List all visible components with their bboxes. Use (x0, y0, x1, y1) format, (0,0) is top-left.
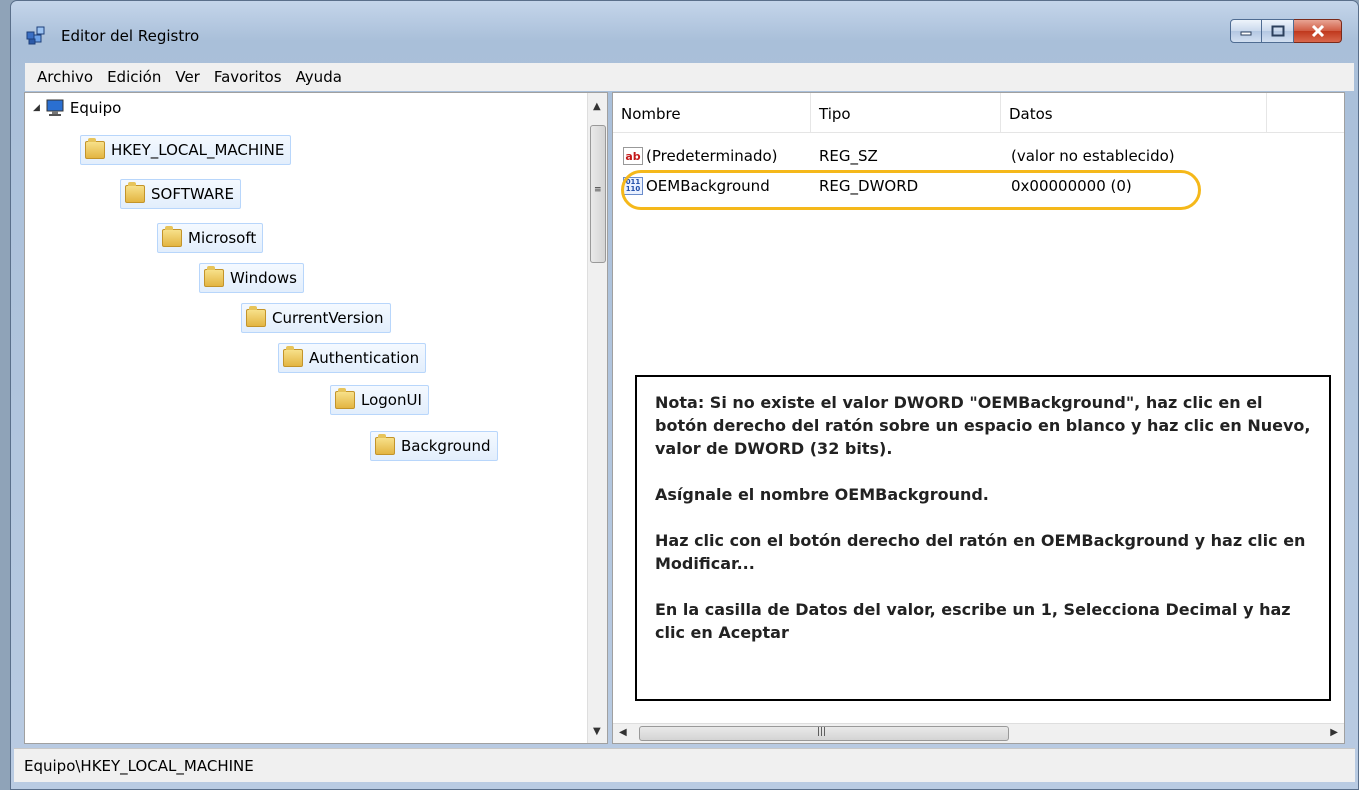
tree-node-logonui[interactable]: LogonUI (330, 385, 429, 415)
value-row-predeterminado[interactable]: ab (Predeterminado) REG_SZ (valor no est… (613, 143, 1313, 169)
menu-bar: Archivo Edición Ver Favoritos Ayuda (25, 63, 1354, 91)
note-paragraph-4: En la casilla de Datos del valor, escrib… (655, 600, 1291, 642)
note-paragraph-1: Nota: Si no existe el valor DWORD "OEMBa… (655, 393, 1311, 458)
close-button[interactable] (1294, 19, 1342, 43)
menu-ayuda[interactable]: Ayuda (296, 68, 342, 86)
column-header-tipo[interactable]: Tipo (811, 93, 1001, 132)
tree-root-equipo[interactable]: ◢ Equipo (33, 99, 121, 117)
folder-icon (246, 306, 266, 327)
computer-icon (46, 99, 64, 116)
tree-node-label: CurrentVersion (272, 309, 384, 327)
tree-node-background[interactable]: Background (370, 431, 498, 461)
status-bar: Equipo\HKEY_LOCAL_MACHINE (14, 748, 1355, 782)
scroll-left-icon[interactable]: ◀ (619, 727, 627, 738)
highlight-ellipse (621, 170, 1201, 210)
menu-ver[interactable]: Ver (175, 68, 200, 86)
tree-node-label: LogonUI (361, 391, 422, 409)
tree-node-hkey-local-machine[interactable]: HKEY_LOCAL_MACHINE (80, 135, 292, 165)
folder-icon (335, 388, 355, 409)
registry-editor-icon (26, 26, 45, 45)
tree-node-label: Background (401, 437, 491, 455)
tree-root-label: Equipo (69, 99, 122, 117)
tree-vertical-scrollbar[interactable]: ▲ ≡ ▼ (587, 93, 607, 743)
instruction-note: Nota: Si no existe el valor DWORD "OEMBa… (635, 375, 1331, 701)
folder-icon (204, 266, 224, 287)
string-value-icon: ab (623, 147, 643, 165)
collapse-triangle-icon[interactable]: ◢ (33, 103, 40, 113)
column-header-nombre[interactable]: Nombre (613, 93, 811, 132)
tree-node-software[interactable]: SOFTWARE (120, 179, 242, 209)
column-header-datos[interactable]: Datos (1001, 93, 1267, 132)
minimize-button[interactable] (1230, 19, 1262, 43)
tree-node-label: HKEY_LOCAL_MACHINE (111, 141, 285, 159)
values-pane[interactable]: Nombre Tipo Datos ab (Predeterminado) RE… (612, 92, 1345, 744)
scroll-up-icon[interactable]: ▲ (593, 101, 601, 112)
tree-node-label: SOFTWARE (151, 185, 235, 203)
folder-icon (85, 138, 105, 159)
minimize-icon (1240, 31, 1252, 36)
note-paragraph-3: Haz clic con el botón derecho del ratón … (655, 531, 1306, 573)
menu-archivo[interactable]: Archivo (37, 68, 93, 86)
tree-pane[interactable]: ◢ Equipo HKEY_LOCAL_MACHINE SOFTWARE Mic… (24, 92, 608, 744)
list-header: Nombre Tipo Datos (613, 93, 1344, 133)
folder-icon (162, 226, 182, 247)
value-data: (valor no establecido) (1011, 147, 1175, 165)
scroll-right-icon[interactable]: ▶ (1330, 727, 1338, 738)
grip-icon: ||| (817, 727, 827, 737)
maximize-icon (1271, 25, 1284, 37)
folder-icon (125, 182, 145, 203)
tree-node-label: Windows (230, 269, 297, 287)
tree-node-label: Microsoft (188, 229, 257, 247)
scroll-down-icon[interactable]: ▼ (593, 726, 601, 737)
title-bar[interactable]: Editor del Registro (11, 1, 1358, 59)
tree-node-windows[interactable]: Windows (199, 263, 304, 293)
tree-node-microsoft[interactable]: Microsoft (157, 223, 264, 253)
folder-icon (375, 434, 395, 455)
folder-icon (283, 346, 303, 367)
maximize-button[interactable] (1262, 19, 1294, 43)
tree-node-label: Authentication (309, 349, 420, 367)
status-path: Equipo\HKEY_LOCAL_MACHINE (24, 757, 254, 775)
tree-node-currentversion[interactable]: CurrentVersion (241, 303, 391, 333)
note-paragraph-2: Asígnale el nombre OEMBackground. (655, 485, 989, 504)
value-type: REG_SZ (819, 147, 878, 165)
value-name: (Predeterminado) (646, 147, 778, 165)
values-horizontal-scrollbar[interactable]: ◀ ||| ▶ (613, 723, 1344, 743)
close-icon (1311, 25, 1324, 37)
window-title: Editor del Registro (61, 27, 200, 45)
menu-favoritos[interactable]: Favoritos (214, 68, 282, 86)
grip-icon: ≡ (594, 185, 602, 195)
menu-edicion[interactable]: Edición (107, 68, 161, 86)
tree-node-authentication[interactable]: Authentication (278, 343, 427, 373)
caption-buttons (1230, 19, 1342, 43)
